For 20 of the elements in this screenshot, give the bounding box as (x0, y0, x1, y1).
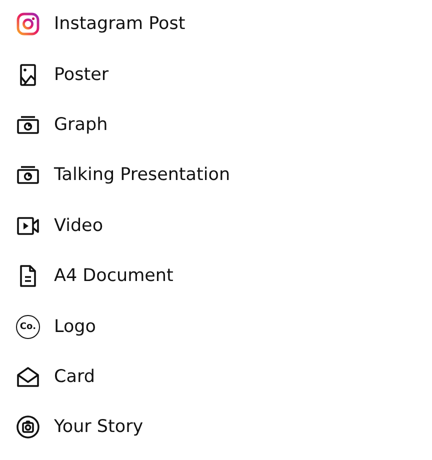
menu-item[interactable]: A4 Document (0, 250, 432, 302)
menu-item[interactable]: Video (0, 200, 432, 251)
menu-item[interactable]: Instagram Post (0, 0, 432, 50)
menu-item[interactable]: Graph (0, 100, 432, 150)
menu-item[interactable]: Talking Presentation (0, 150, 432, 201)
item-label: Your Story (54, 417, 144, 438)
item-label: Video (54, 216, 104, 236)
item-label: Graph (54, 114, 108, 135)
menu-item[interactable]: Poster (0, 49, 432, 100)
menu-item[interactable]: Card (0, 352, 432, 402)
item-label: Logo (54, 316, 96, 337)
menu-item[interactable]: Co. Logo (0, 301, 432, 352)
menu-item[interactable]: Your Story (0, 402, 432, 453)
item-label: Talking Presentation (54, 165, 230, 186)
logo-icon: Co. (16, 314, 40, 339)
item-label: Card (54, 366, 95, 387)
item-label: Poster (54, 64, 109, 85)
item-label: A4 Document (54, 266, 174, 286)
envelope-icon (16, 364, 40, 389)
item-label: Instagram Post (54, 14, 186, 34)
